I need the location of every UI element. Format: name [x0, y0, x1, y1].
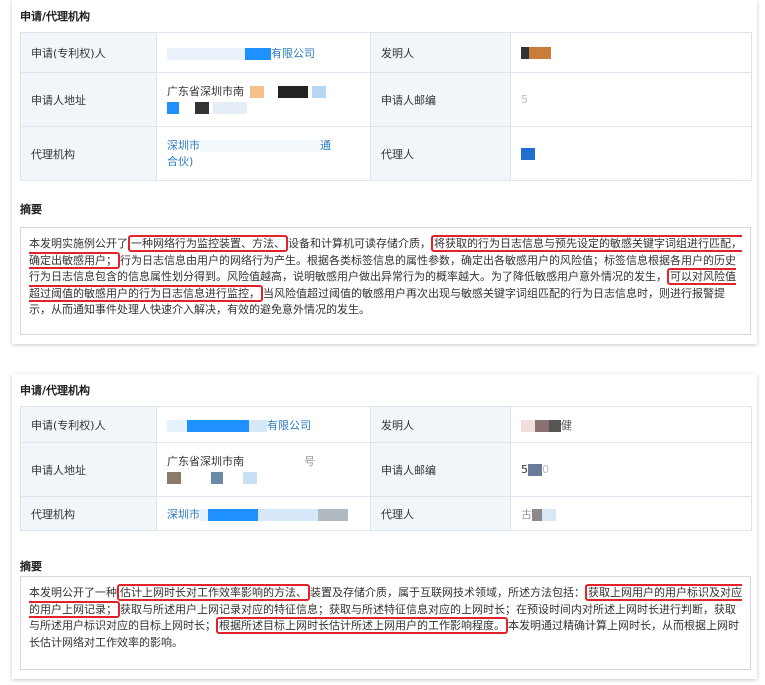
table-row: 申请人地址 广东省深圳市南号 申请人邮编 50	[20, 442, 752, 497]
applicant-value[interactable]: 有限公司	[156, 406, 371, 443]
applicant-value[interactable]: 有限公司	[156, 32, 371, 73]
inventor-label: 发明人	[370, 406, 511, 443]
agency-link[interactable]: 深圳市	[167, 508, 200, 521]
agent-label: 代理人	[370, 126, 511, 181]
address-text: 广东省深圳市南	[167, 454, 244, 468]
applicant-address-label: 申请人地址	[20, 442, 157, 497]
abstract-title: 摘要	[20, 203, 42, 216]
gap-divider	[0, 348, 765, 372]
applicant-label: 申请(专利权)人	[20, 32, 157, 73]
applicant-zip-label: 申请人邮编	[370, 442, 511, 497]
applicant-zip-value: 50	[510, 442, 752, 497]
highlight-box: 一种网络行为监控装置、方法、	[128, 235, 288, 252]
applicant-address-value: 广东省深圳市南	[156, 72, 371, 127]
agency-value[interactable]: 深圳市	[156, 496, 371, 531]
table-row: 代理机构 深圳市通 合伙) 代理人	[20, 126, 752, 181]
applicant-company-link[interactable]: 有限公司	[267, 419, 311, 432]
applicant-info-table: 申请(专利权)人 有限公司 发明人 健 申请人地址 广东省深圳市南号 申请人邮编…	[20, 406, 752, 531]
patent-record-card-2: 申请/代理机构 申请(专利权)人 有限公司 发明人 健 申请人地址 广东省深圳市…	[12, 374, 757, 679]
inventor-value	[510, 32, 752, 73]
table-row: 申请人地址 广东省深圳市南 申请人邮编 5	[20, 72, 752, 127]
applicant-company-link[interactable]: 有限公司	[271, 47, 315, 60]
applicant-address-value: 广东省深圳市南号	[156, 442, 371, 497]
agency-value[interactable]: 深圳市通 合伙)	[156, 126, 371, 181]
highlight-box: 根据所述目标上网时长估计所述上网用户的工作影响程度。	[216, 617, 508, 634]
highlight-box: 估计上网时长对工作效率影响的方法、	[117, 584, 310, 601]
applicant-label: 申请(专利权)人	[20, 406, 157, 443]
abstract-title: 摘要	[20, 560, 42, 573]
applicant-zip-value: 5	[510, 72, 752, 127]
section-title-applicant-agency: 申请/代理机构	[20, 384, 91, 397]
abstract-text: 本发明实施例公开了 一种网络行为监控装置、方法、 设备和计算机可读存储介质， 将获取的…	[20, 227, 751, 335]
patent-record-card-1: 申请/代理机构 申请(专利权)人 有限公司 发明人 申请人地址 广东省深圳市南 …	[12, 0, 757, 344]
table-row: 代理机构 深圳市 代理人 古	[20, 496, 752, 531]
applicant-info-table: 申请(专利权)人 有限公司 发明人 申请人地址 广东省深圳市南 申请人邮编 5 …	[20, 32, 752, 181]
abstract-text: 本发明公开了一种 估计上网时长对工作效率影响的方法、 装置及存储介质，属于互联网技术…	[20, 576, 751, 670]
inventor-value: 健	[510, 406, 752, 443]
agent-value: 古	[510, 496, 752, 531]
section-title-applicant-agency: 申请/代理机构	[20, 10, 91, 23]
agent-value	[510, 126, 752, 181]
address-text: 广东省深圳市南	[167, 84, 244, 98]
applicant-address-label: 申请人地址	[20, 72, 157, 127]
table-row: 申请(专利权)人 有限公司 发明人 健	[20, 406, 752, 443]
applicant-zip-label: 申请人邮编	[370, 72, 511, 127]
table-row: 申请(专利权)人 有限公司 发明人	[20, 32, 752, 73]
agency-label: 代理机构	[20, 496, 157, 531]
agency-link[interactable]: 深圳市	[167, 139, 200, 152]
agency-label: 代理机构	[20, 126, 157, 181]
inventor-label: 发明人	[370, 32, 511, 73]
agent-label: 代理人	[370, 496, 511, 531]
